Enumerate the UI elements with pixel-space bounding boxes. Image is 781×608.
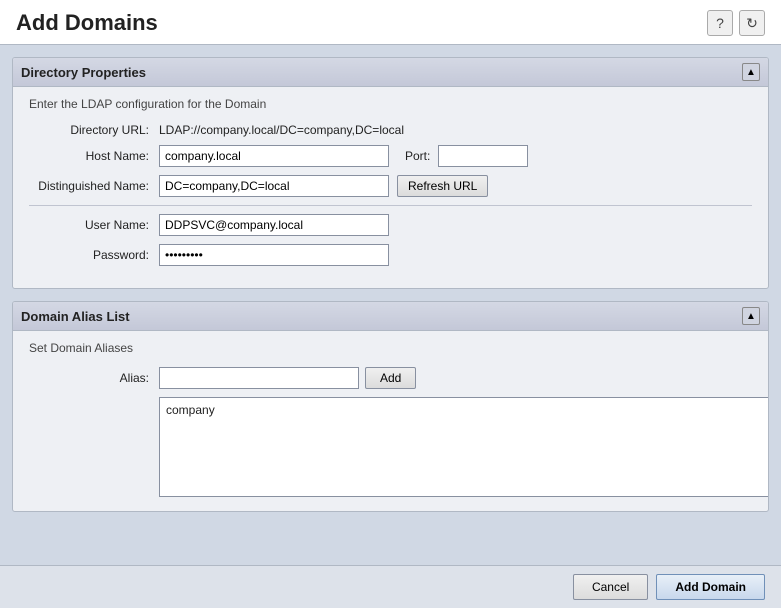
domain-alias-body: Set Domain Aliases Alias: Add company (13, 331, 768, 511)
dn-refresh-group: Refresh URL (159, 175, 488, 197)
directory-properties-panel: Directory Properties ▲ Enter the LDAP co… (12, 57, 769, 289)
directory-url-label: Directory URL: (29, 123, 159, 137)
password-label: Password: (29, 248, 159, 262)
add-alias-button[interactable]: Add (365, 367, 416, 389)
port-label: Port: (405, 149, 430, 163)
alias-input-row: Alias: Add (29, 367, 752, 389)
distinguished-name-input[interactable] (159, 175, 389, 197)
refresh-icon: ↻ (746, 15, 758, 32)
port-input[interactable] (438, 145, 528, 167)
directory-url-value: LDAP://company.local/DC=company,DC=local (159, 123, 404, 137)
directory-properties-panel-header: Directory Properties ▲ (13, 58, 768, 87)
password-row: Password: (29, 244, 752, 266)
page-title: Add Domains (16, 10, 158, 36)
username-input[interactable] (159, 214, 389, 236)
refresh-icon-button[interactable]: ↻ (739, 10, 765, 36)
domain-alias-panel-header: Domain Alias List ▲ (13, 302, 768, 331)
alias-list-container: company (159, 397, 752, 497)
dn-label: Distinguished Name: (29, 179, 159, 193)
directory-properties-body: Enter the LDAP configuration for the Dom… (13, 87, 768, 288)
directory-properties-title: Directory Properties (21, 65, 146, 80)
main-container: Add Domains ? ↻ Directory Properties ▲ E… (0, 0, 781, 608)
hostname-label: Host Name: (29, 149, 159, 163)
cancel-button[interactable]: Cancel (573, 574, 648, 600)
dn-row: Distinguished Name: Refresh URL (29, 175, 752, 197)
directory-url-row: Directory URL: LDAP://company.local/DC=c… (29, 123, 752, 137)
directory-properties-subtitle: Enter the LDAP configuration for the Dom… (29, 97, 752, 111)
add-domain-button[interactable]: Add Domain (656, 574, 765, 600)
directory-properties-collapse-btn[interactable]: ▲ (742, 63, 760, 81)
domain-alias-title: Domain Alias List (21, 309, 130, 324)
header: Add Domains ? ↻ (0, 0, 781, 45)
refresh-url-button[interactable]: Refresh URL (397, 175, 488, 197)
content-area: Directory Properties ▲ Enter the LDAP co… (0, 45, 781, 565)
help-icon: ? (716, 15, 724, 31)
domain-alias-collapse-btn[interactable]: ▲ (742, 307, 760, 325)
password-input[interactable] (159, 244, 389, 266)
username-row: User Name: (29, 214, 752, 236)
footer: Cancel Add Domain (0, 565, 781, 608)
domain-alias-subtitle: Set Domain Aliases (29, 341, 752, 355)
help-icon-button[interactable]: ? (707, 10, 733, 36)
hostname-input[interactable] (159, 145, 389, 167)
alias-list-item: company (164, 402, 764, 418)
hostname-row: Host Name: Port: (29, 145, 752, 167)
alias-label: Alias: (29, 371, 159, 385)
header-icons: ? ↻ (707, 10, 765, 36)
domain-alias-panel: Domain Alias List ▲ Set Domain Aliases A… (12, 301, 769, 512)
alias-input[interactable] (159, 367, 359, 389)
hostname-port-group: Port: (159, 145, 528, 167)
separator-1 (29, 205, 752, 206)
alias-list: company (159, 397, 769, 497)
username-label: User Name: (29, 218, 159, 232)
